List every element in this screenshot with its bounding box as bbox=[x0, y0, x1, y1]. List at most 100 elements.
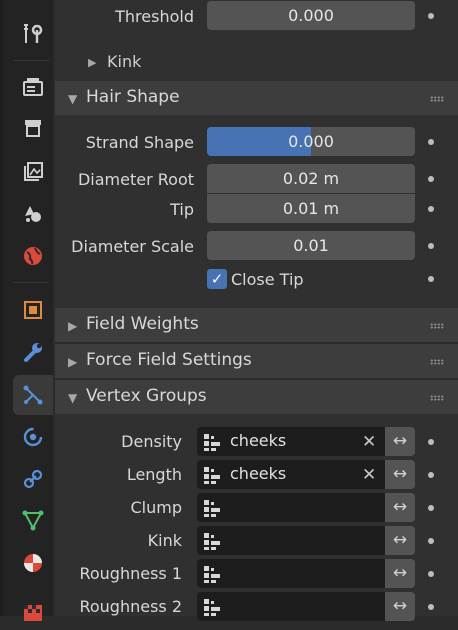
strand-shape-slider[interactable]: 0.000 bbox=[207, 127, 415, 156]
vertex-group-keyframe-dot[interactable] bbox=[428, 571, 434, 577]
tool-icon bbox=[24, 24, 43, 43]
strand-shape-keyframe-dot[interactable] bbox=[428, 139, 434, 145]
vertex-group-keyframe-dot[interactable] bbox=[428, 604, 434, 610]
vertex-group-keyframe-dot[interactable] bbox=[428, 505, 434, 511]
vertex-group-name: cheeks bbox=[230, 431, 287, 450]
field-weights-header[interactable]: ▶ Field Weights bbox=[55, 308, 458, 342]
close-tip-keyframe-dot[interactable] bbox=[428, 276, 434, 282]
view-layer-tab[interactable] bbox=[13, 151, 53, 191]
constraint-icon bbox=[23, 469, 43, 489]
chevron-down-icon: ▼ bbox=[68, 391, 78, 405]
render-icon bbox=[23, 78, 43, 96]
vertex-group-field[interactable] bbox=[197, 559, 385, 588]
invert-arrows-icon[interactable]: ↔ bbox=[385, 592, 415, 621]
vertex-group-keyframe-dot[interactable] bbox=[428, 538, 434, 544]
diameter-scale-field[interactable]: 0.01 bbox=[207, 231, 415, 260]
tip-field[interactable]: 0.01 m bbox=[207, 194, 415, 223]
scene-tab[interactable] bbox=[13, 193, 53, 233]
diameter-scale-label: Diameter Scale bbox=[71, 237, 194, 256]
vertex-group-field[interactable] bbox=[197, 592, 385, 621]
object-tab[interactable] bbox=[13, 290, 53, 330]
render-tab[interactable] bbox=[13, 67, 53, 107]
chevron-down-icon: ▼ bbox=[68, 92, 78, 106]
strand-shape-value: 0.000 bbox=[288, 132, 334, 151]
close-tip-label: Close Tip bbox=[231, 270, 304, 289]
tip-label: Tip bbox=[170, 200, 194, 219]
physics-tab[interactable] bbox=[13, 417, 53, 457]
chevron-right-icon: ▶ bbox=[88, 56, 97, 69]
strip-edge bbox=[0, 0, 3, 616]
world-tab[interactable] bbox=[13, 236, 53, 276]
modifier-tab[interactable] bbox=[13, 332, 53, 372]
field-weights-title: Field Weights bbox=[86, 314, 199, 334]
vertex-group-field[interactable]: cheeks ✕ bbox=[197, 427, 385, 456]
diameter-root-keyframe-dot[interactable] bbox=[428, 176, 434, 182]
strand-shape-label: Strand Shape bbox=[85, 133, 194, 152]
drag-grip-icon[interactable] bbox=[430, 96, 444, 102]
vertex-group-icon bbox=[203, 466, 221, 484]
checkmark-icon: ✓ bbox=[210, 270, 224, 288]
clear-icon[interactable]: ✕ bbox=[362, 432, 376, 452]
mesh-data-icon bbox=[22, 510, 44, 531]
vertex-group-field[interactable] bbox=[197, 526, 385, 555]
close-tip-checkbox[interactable]: ✓ bbox=[207, 269, 227, 289]
threshold-keyframe-dot[interactable] bbox=[428, 13, 434, 19]
particles-icon bbox=[23, 385, 43, 405]
vertex-group-label: Density bbox=[121, 432, 182, 451]
particles-tab[interactable] bbox=[13, 375, 53, 415]
vertex-group-field[interactable]: cheeks ✕ bbox=[197, 460, 385, 489]
chevron-right-icon: ▶ bbox=[68, 355, 78, 369]
tip-keyframe-dot[interactable] bbox=[428, 206, 434, 212]
data-tab[interactable] bbox=[13, 500, 53, 540]
diameter-root-value: 0.02 m bbox=[282, 169, 340, 188]
vertex-group-label: Roughness 2 bbox=[79, 597, 182, 616]
vertex-group-keyframe-dot[interactable] bbox=[428, 439, 434, 445]
vertex-group-name: cheeks bbox=[230, 464, 287, 483]
invert-arrows-icon[interactable]: ↔ bbox=[385, 427, 415, 456]
diameter-root-field[interactable]: 0.02 m bbox=[207, 164, 415, 193]
vertex-group-icon bbox=[203, 499, 221, 517]
output-tab[interactable] bbox=[13, 108, 53, 148]
threshold-value: 0.000 bbox=[288, 6, 334, 25]
material-icon bbox=[24, 554, 42, 572]
vertex-group-icon bbox=[203, 532, 221, 550]
hair-shape-header[interactable]: ▼ Hair Shape bbox=[55, 81, 458, 115]
vertex-groups-title: Vertex Groups bbox=[86, 386, 207, 406]
invert-arrows-icon[interactable]: ↔ bbox=[385, 460, 415, 489]
constraints-tab[interactable] bbox=[13, 459, 53, 499]
diameter-scale-keyframe-dot[interactable] bbox=[428, 243, 434, 249]
threshold-field[interactable]: 0.000 bbox=[207, 1, 415, 30]
material-tab[interactable] bbox=[13, 543, 53, 583]
invert-arrows-icon[interactable]: ↔ bbox=[385, 559, 415, 588]
wrench-icon bbox=[24, 343, 42, 362]
diameter-root-label: Diameter Root bbox=[77, 170, 194, 189]
world-icon bbox=[24, 247, 42, 265]
vertex-group-icon bbox=[203, 433, 221, 451]
invert-arrows-icon[interactable]: ↔ bbox=[385, 493, 415, 522]
invert-arrows-icon[interactable]: ↔ bbox=[385, 526, 415, 555]
vertex-group-icon bbox=[203, 598, 221, 616]
vertex-groups-header[interactable]: ▼ Vertex Groups bbox=[55, 380, 458, 414]
force-field-settings-header[interactable]: ▶ Force Field Settings bbox=[55, 344, 458, 378]
tip-value: 0.01 m bbox=[282, 199, 340, 218]
vertex-group-keyframe-dot[interactable] bbox=[428, 472, 434, 478]
drag-grip-icon[interactable] bbox=[430, 359, 444, 365]
tool-tab[interactable] bbox=[13, 14, 53, 54]
clear-icon[interactable]: ✕ bbox=[362, 465, 376, 485]
drag-grip-icon[interactable] bbox=[430, 395, 444, 401]
diameter-scale-value: 0.01 bbox=[293, 236, 329, 255]
output-icon bbox=[25, 120, 41, 137]
properties-tab-strip bbox=[0, 0, 53, 621]
texture-tab[interactable] bbox=[13, 590, 53, 630]
hair-shape-title: Hair Shape bbox=[86, 87, 180, 107]
tab-separator bbox=[13, 60, 49, 61]
drag-grip-icon[interactable] bbox=[430, 323, 444, 329]
chevron-right-icon: ▶ bbox=[68, 319, 78, 333]
vertex-group-label: Length bbox=[126, 465, 182, 484]
vertex-group-field[interactable] bbox=[197, 493, 385, 522]
object-icon bbox=[24, 301, 42, 319]
force-field-settings-title: Force Field Settings bbox=[86, 350, 252, 370]
threshold-label: Threshold bbox=[115, 7, 194, 26]
physics-icon bbox=[23, 427, 43, 447]
view-layer-icon bbox=[24, 162, 43, 181]
